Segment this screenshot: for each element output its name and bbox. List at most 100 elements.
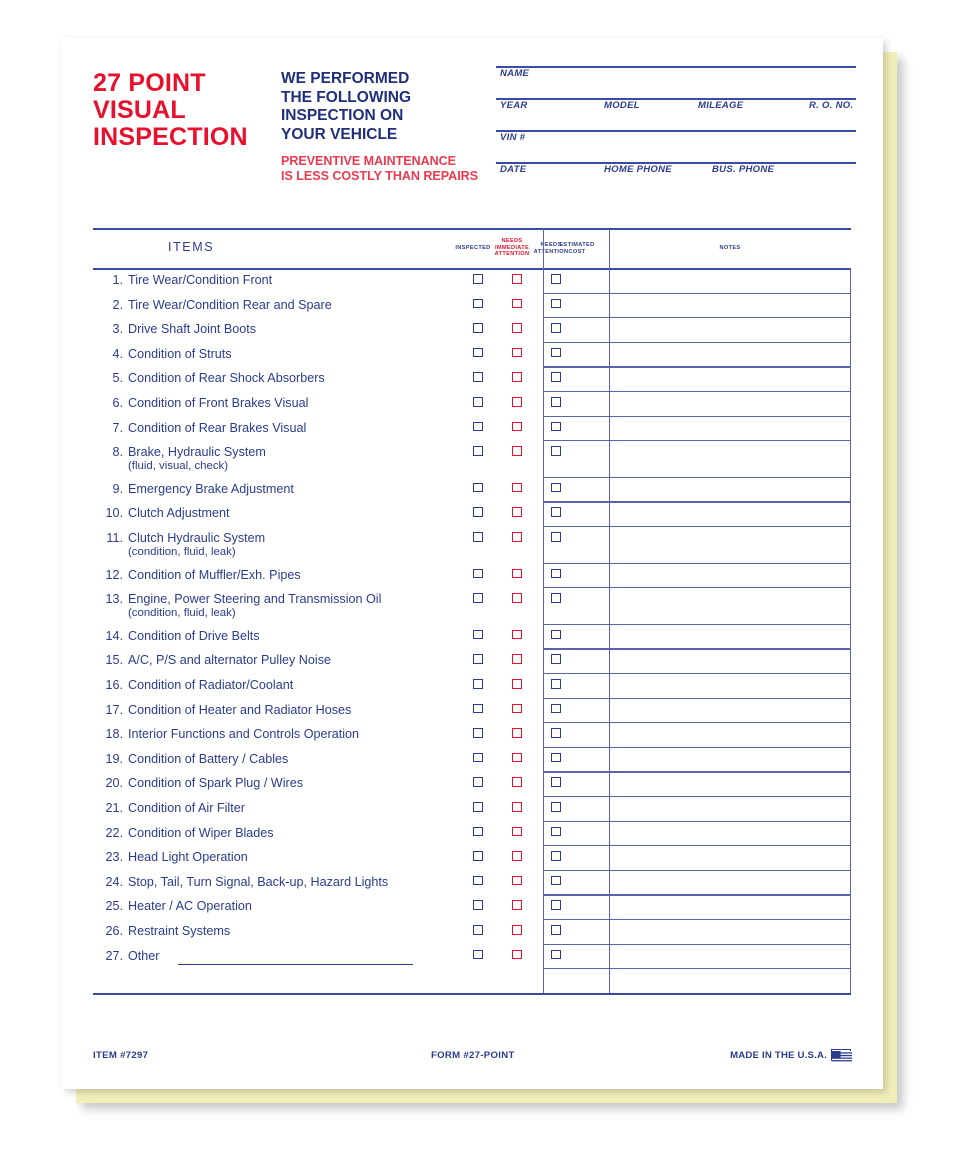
checkbox-inspected[interactable]	[473, 900, 483, 910]
checkbox-needs-immediate-attention[interactable]	[512, 703, 522, 714]
field-label-group: VIN #	[496, 132, 856, 148]
checkbox-needs-attention[interactable]	[551, 949, 561, 960]
checkbox-needs-attention[interactable]	[551, 925, 561, 935]
checkbox-needs-attention[interactable]	[551, 875, 561, 886]
checkbox-inspected[interactable]	[473, 679, 483, 689]
checkbox-needs-attention[interactable]	[551, 347, 561, 358]
checkbox-needs-immediate-attention[interactable]	[512, 347, 522, 358]
checkbox-inspected[interactable]	[473, 752, 483, 763]
checkbox-inspected[interactable]	[473, 298, 483, 309]
checkbox-needs-immediate-attention[interactable]	[512, 593, 522, 603]
checkbox-inspected[interactable]	[473, 703, 483, 714]
checkbox-needs-attention[interactable]	[551, 507, 561, 517]
checkbox-needs-immediate-attention[interactable]	[512, 482, 522, 493]
checkbox-needs-attention[interactable]	[551, 568, 561, 579]
checkbox-inspected[interactable]	[473, 372, 483, 382]
checkbox-needs-immediate-attention[interactable]	[512, 568, 522, 579]
checkbox-needs-immediate-attention[interactable]	[512, 323, 522, 333]
item-number: 23.	[105, 850, 123, 865]
checkbox-needs-attention[interactable]	[551, 752, 561, 763]
checkbox-needs-attention[interactable]	[551, 274, 561, 284]
checkbox-needs-immediate-attention[interactable]	[512, 298, 522, 309]
inspection-form-page: 27 POINT VISUAL INSPECTION WE PERFORMED …	[62, 38, 883, 1089]
checkbox-inspected[interactable]	[473, 274, 483, 284]
checkbox-needs-attention[interactable]	[551, 777, 561, 787]
checkbox-needs-attention[interactable]	[551, 593, 561, 603]
item-label: Condition of Radiator/Coolant	[128, 678, 294, 692]
item-number: 9.	[112, 481, 123, 496]
checkbox-needs-attention[interactable]	[551, 629, 561, 640]
checkbox-needs-immediate-attention[interactable]	[512, 507, 522, 517]
checkbox-inspected[interactable]	[473, 482, 483, 493]
checkbox-inspected[interactable]	[473, 532, 483, 542]
item-number: 14.	[105, 628, 123, 643]
checkbox-inspected[interactable]	[473, 949, 483, 960]
checkbox-needs-attention[interactable]	[551, 826, 561, 837]
checkbox-needs-attention[interactable]	[551, 446, 561, 456]
checkbox-needs-immediate-attention[interactable]	[512, 679, 522, 689]
checkbox-needs-attention[interactable]	[551, 654, 561, 664]
checkbox-inspected[interactable]	[473, 777, 483, 787]
form-canvas: 27 POINT VISUAL INSPECTION WE PERFORMED …	[62, 38, 883, 1089]
checkbox-needs-immediate-attention[interactable]	[512, 826, 522, 837]
checkbox-inspected[interactable]	[473, 568, 483, 579]
item-number: 20.	[105, 776, 123, 791]
checkbox-needs-immediate-attention[interactable]	[512, 629, 522, 640]
checkbox-needs-immediate-attention[interactable]	[512, 925, 522, 935]
checkbox-needs-attention[interactable]	[551, 802, 561, 812]
checkbox-needs-immediate-attention[interactable]	[512, 728, 522, 738]
form-title-line-3: INSPECTION	[93, 123, 248, 151]
checkbox-inspected[interactable]	[473, 654, 483, 664]
checkbox-inspected[interactable]	[473, 629, 483, 640]
checkbox-needs-immediate-attention[interactable]	[512, 802, 522, 812]
checkbox-needs-immediate-attention[interactable]	[512, 446, 522, 456]
checkbox-needs-attention[interactable]	[551, 372, 561, 382]
checkbox-needs-attention[interactable]	[551, 900, 561, 910]
checkbox-needs-attention[interactable]	[551, 851, 561, 861]
checkbox-needs-attention[interactable]	[551, 532, 561, 542]
item-other-fill-in-rule[interactable]	[178, 963, 413, 965]
checkbox-inspected[interactable]	[473, 593, 483, 603]
checkbox-inspected[interactable]	[473, 397, 483, 407]
checkbox-needs-immediate-attention[interactable]	[512, 752, 522, 763]
checkbox-inspected[interactable]	[473, 875, 483, 886]
checkbox-needs-attention[interactable]	[551, 421, 561, 432]
checkbox-needs-immediate-attention[interactable]	[512, 372, 522, 382]
checkbox-needs-immediate-attention[interactable]	[512, 654, 522, 664]
checkbox-needs-immediate-attention[interactable]	[512, 532, 522, 542]
checkbox-inspected[interactable]	[473, 851, 483, 861]
checkbox-inspected[interactable]	[473, 802, 483, 812]
checkbox-inspected[interactable]	[473, 421, 483, 432]
checkbox-inspected[interactable]	[473, 925, 483, 935]
notes-row-divider	[543, 317, 851, 319]
checkbox-needs-immediate-attention[interactable]	[512, 851, 522, 861]
checkbox-needs-attention[interactable]	[551, 482, 561, 493]
checkbox-needs-immediate-attention[interactable]	[512, 274, 522, 284]
checkbox-inspected[interactable]	[473, 507, 483, 517]
checkbox-needs-attention[interactable]	[551, 323, 561, 333]
checkbox-needs-immediate-attention[interactable]	[512, 900, 522, 910]
notes-row-divider	[543, 919, 851, 921]
checkbox-needs-immediate-attention[interactable]	[512, 875, 522, 886]
field-label-name: NAME	[500, 68, 530, 79]
checkbox-needs-attention[interactable]	[551, 397, 561, 407]
checkbox-inspected[interactable]	[473, 323, 483, 333]
checkbox-needs-attention[interactable]	[551, 703, 561, 714]
checkbox-needs-attention[interactable]	[551, 298, 561, 309]
checkbox-inspected[interactable]	[473, 728, 483, 738]
checkbox-needs-attention[interactable]	[551, 728, 561, 738]
checkbox-needs-immediate-attention[interactable]	[512, 949, 522, 960]
checkbox-needs-immediate-attention[interactable]	[512, 777, 522, 787]
notes-column-left-border	[609, 228, 611, 993]
item-number: 18.	[105, 727, 123, 742]
checkbox-needs-immediate-attention[interactable]	[512, 421, 522, 432]
checkbox-needs-attention[interactable]	[551, 679, 561, 689]
notes-row-divider	[543, 391, 851, 393]
notes-row-divider	[543, 943, 851, 945]
item-number: 12.	[105, 567, 123, 582]
checkbox-inspected[interactable]	[473, 347, 483, 358]
checkbox-needs-immediate-attention[interactable]	[512, 397, 522, 407]
checkbox-inspected[interactable]	[473, 826, 483, 837]
checkbox-inspected[interactable]	[473, 446, 483, 456]
notes-row-divider	[543, 366, 851, 368]
